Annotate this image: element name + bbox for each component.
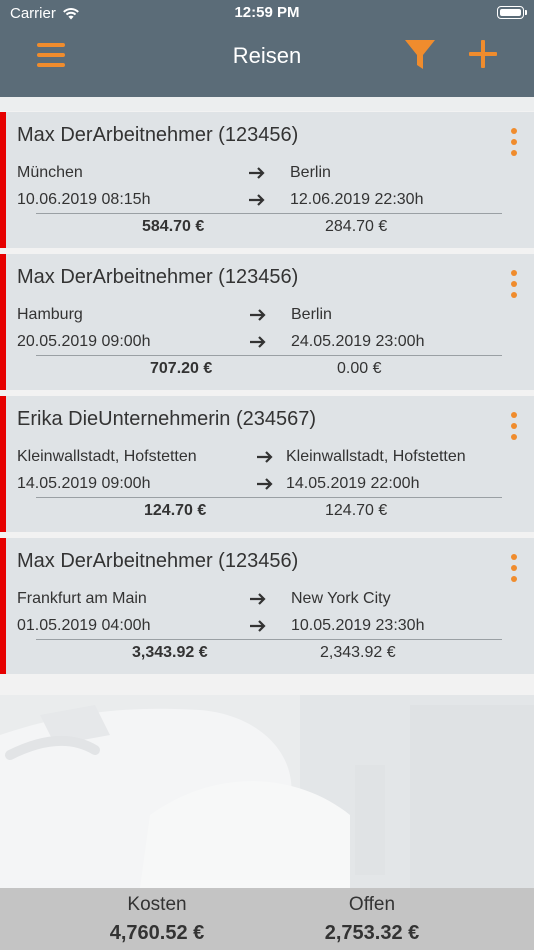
status-bar: Carrier 12:59 PM — [0, 0, 534, 28]
to-city: Kleinwallstadt, Hofstetten — [286, 448, 466, 465]
from-city: Kleinwallstadt, Hofstetten — [17, 448, 197, 465]
trip-card[interactable]: Max DerArbeitnehmer (123456) München Ber… — [0, 112, 534, 248]
more-options-icon[interactable] — [509, 554, 519, 582]
total-open-label: Offen — [348, 894, 396, 915]
list-top-divider — [0, 97, 534, 111]
from-city: Frankfurt am Main — [17, 590, 147, 607]
trip-open-amount: 2,343.92 € — [320, 644, 396, 661]
background-photo-illustration — [0, 695, 534, 888]
arrow-right-icon — [257, 451, 273, 463]
to-city: Berlin — [290, 164, 331, 181]
trip-card[interactable]: Max DerArbeitnehmer (123456) Hamburg Ber… — [0, 254, 534, 390]
arrow-right-icon — [250, 309, 266, 321]
arrow-right-icon — [257, 478, 273, 490]
total-cost: Kosten 4,760.52 € — [57, 894, 257, 945]
more-options-icon[interactable] — [509, 270, 519, 298]
from-city: München — [17, 164, 83, 181]
trip-open-amount: 124.70 € — [325, 502, 388, 519]
divider — [36, 355, 502, 356]
from-date: 01.05.2019 04:00h — [17, 617, 151, 634]
add-icon[interactable] — [467, 38, 499, 70]
battery-icon — [497, 6, 527, 19]
trip-cost: 707.20 € — [150, 360, 213, 377]
more-options-icon[interactable] — [509, 412, 519, 440]
arrow-right-icon — [250, 620, 266, 632]
trip-open-amount: 284.70 € — [325, 218, 388, 235]
filter-icon[interactable] — [403, 38, 437, 72]
divider — [36, 497, 502, 498]
divider — [36, 213, 502, 214]
employee-name: Max DerArbeitnehmer (123456) — [17, 266, 299, 288]
employee-name: Max DerArbeitnehmer (123456) — [17, 550, 299, 572]
employee-name: Erika DieUnternehmerin (234567) — [17, 408, 317, 430]
divider — [36, 639, 502, 640]
to-city: Berlin — [291, 306, 332, 323]
trip-cost: 124.70 € — [144, 502, 207, 519]
from-date: 20.05.2019 09:00h — [17, 333, 151, 350]
to-date: 12.06.2019 22:30h — [290, 191, 424, 208]
total-cost-label: Kosten — [127, 894, 187, 915]
arrow-right-icon — [249, 194, 265, 206]
to-date: 24.05.2019 23:00h — [291, 333, 425, 350]
totals-footer: Kosten 4,760.52 € Offen 2,753.32 € — [0, 888, 534, 950]
to-date: 14.05.2019 22:00h — [286, 475, 420, 492]
trip-cost: 584.70 € — [142, 218, 205, 235]
navigation-header: Carrier 12:59 PM Reisen — [0, 0, 534, 97]
from-date: 10.06.2019 08:15h — [17, 191, 151, 208]
arrow-right-icon — [249, 167, 265, 179]
page-title: Reisen — [232, 43, 302, 68]
trip-card[interactable]: Erika DieUnternehmerin (234567) Kleinwal… — [0, 396, 534, 532]
total-open: Offen 2,753.32 € — [272, 894, 472, 945]
trip-cost: 3,343.92 € — [132, 644, 208, 661]
to-date: 10.05.2019 23:30h — [291, 617, 425, 634]
more-options-icon[interactable] — [509, 128, 519, 156]
status-time: 12:59 PM — [234, 4, 300, 21]
background-image — [0, 695, 534, 888]
from-city: Hamburg — [17, 306, 83, 323]
trip-list — [0, 97, 534, 111]
arrow-right-icon — [250, 336, 266, 348]
employee-name: Max DerArbeitnehmer (123456) — [17, 124, 299, 146]
trip-card[interactable]: Max DerArbeitnehmer (123456) Frankfurt a… — [0, 538, 534, 674]
to-city: New York City — [291, 590, 391, 607]
total-open-value: 2,753.32 € — [324, 922, 420, 944]
from-date: 14.05.2019 09:00h — [17, 475, 151, 492]
trip-open-amount: 0.00 € — [337, 360, 382, 377]
arrow-right-icon — [250, 593, 266, 605]
total-cost-value: 4,760.52 € — [109, 922, 205, 944]
